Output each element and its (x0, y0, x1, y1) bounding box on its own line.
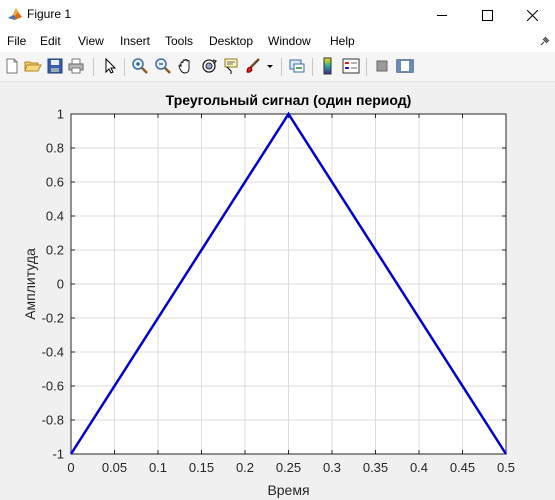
toolbar-separator (124, 58, 125, 76)
window-title: Figure 1 (27, 7, 72, 21)
x-tick-label: 0.15 (189, 460, 214, 475)
y-tick-label: 0.4 (46, 209, 64, 224)
menu-tools[interactable]: Tools (165, 34, 193, 48)
zoom-in-button[interactable] (130, 56, 150, 76)
new-figure-icon (6, 58, 18, 74)
maximize-icon (482, 10, 493, 21)
menu-insert[interactable]: Insert (120, 34, 150, 48)
insert-colorbar-icon (323, 57, 332, 75)
figure-toolbar (0, 52, 555, 82)
toolbar-separator (93, 58, 94, 76)
brush-icon (246, 58, 260, 73)
menu-file[interactable]: File (7, 34, 26, 48)
x-tick-label: 0.45 (450, 460, 475, 475)
x-tick-label: 0.2 (236, 460, 254, 475)
link-plot-button[interactable] (287, 56, 307, 76)
x-tick-label: 0.25 (276, 460, 301, 475)
save-button[interactable] (45, 56, 65, 76)
brush-button[interactable] (243, 56, 263, 76)
toolbar-separator (366, 58, 367, 76)
y-tick-label: -0.2 (42, 311, 64, 326)
y-tick-label: 0 (57, 277, 64, 292)
y-tick-label: 1 (57, 107, 64, 122)
save-icon (47, 58, 63, 74)
insert-legend-icon (342, 58, 360, 74)
data-cursor-icon (224, 58, 238, 74)
pan-button[interactable] (176, 56, 196, 76)
y-tick-label: 0.6 (46, 175, 64, 190)
maximize-button[interactable] (465, 0, 510, 30)
rotate-3d-button[interactable] (199, 56, 219, 76)
edit-plot-button[interactable] (100, 56, 120, 76)
x-tick-label: 0.3 (323, 460, 341, 475)
menu-desktop[interactable]: Desktop (209, 34, 253, 48)
y-tick-label: -0.6 (42, 379, 64, 394)
x-tick-label: 0.5 (497, 460, 515, 475)
plot-title: Треугольный сигнал (один период) (166, 92, 412, 108)
x-axis-label: Время (267, 482, 309, 498)
show-plot-tools-icon (396, 59, 414, 73)
zoom-in-icon (132, 58, 148, 74)
matlab-icon (7, 6, 23, 22)
toolbar-separator (312, 58, 313, 76)
figure-window: Figure 1 File Edit View Insert Tools Des… (0, 0, 555, 500)
show-plot-tools-button[interactable] (395, 56, 415, 76)
data-cursor-button[interactable] (221, 56, 241, 76)
title-bar: Figure 1 (0, 0, 555, 30)
close-icon (527, 10, 538, 21)
insert-colorbar-button[interactable] (318, 56, 338, 76)
insert-legend-button[interactable] (341, 56, 361, 76)
figure-canvas[interactable]: 0 0.05 0.1 0.15 0.2 0.25 0.3 0.35 0.4 0.45 0.5 -1 -0… (0, 83, 555, 500)
print-button[interactable] (66, 56, 86, 76)
x-tick-label: 0.35 (363, 460, 388, 475)
hide-plot-tools-button[interactable] (372, 56, 392, 76)
zoom-out-icon (155, 58, 171, 74)
dock-pin-icon[interactable] (539, 34, 551, 52)
x-tick-label: 0 (67, 460, 74, 475)
print-icon (68, 58, 84, 74)
plot-svg: 0 0.05 0.1 0.15 0.2 0.25 0.3 0.35 0.4 0.45 0.5 -1 -0… (22, 92, 515, 498)
y-tick-label: -0.8 (42, 413, 64, 428)
y-tick-label: -0.4 (42, 345, 64, 360)
y-tick-label: 0.8 (46, 141, 64, 156)
open-file-button[interactable] (23, 56, 43, 76)
edit-plot-icon (105, 57, 117, 74)
new-figure-button[interactable] (2, 56, 22, 76)
menu-bar: File Edit View Insert Tools Desktop Wind… (0, 30, 555, 52)
y-tick-label: -1 (52, 447, 64, 462)
x-tick-label: 0.4 (410, 460, 428, 475)
rotate-3d-icon (202, 59, 217, 73)
hide-plot-tools-icon (376, 60, 388, 72)
close-button[interactable] (510, 0, 555, 30)
x-tick-label: 0.1 (149, 460, 167, 475)
zoom-out-button[interactable] (153, 56, 173, 76)
link-plot-icon (289, 59, 305, 73)
menu-help[interactable]: Help (330, 34, 355, 48)
toolbar-separator (281, 58, 282, 76)
brush-dropdown-button[interactable] (265, 56, 275, 76)
minimize-icon (437, 15, 447, 16)
pan-icon (178, 59, 190, 74)
minimize-button[interactable] (420, 0, 465, 30)
brush-dropdown-icon (267, 65, 273, 68)
open-file-icon (24, 61, 42, 72)
menu-view[interactable]: View (78, 34, 104, 48)
menu-edit[interactable]: Edit (40, 34, 61, 48)
x-tick-label: 0.05 (102, 460, 127, 475)
y-axis-label: Амплитуда (22, 248, 38, 320)
menu-window[interactable]: Window (268, 34, 311, 48)
y-tick-label: 0.2 (46, 243, 64, 258)
